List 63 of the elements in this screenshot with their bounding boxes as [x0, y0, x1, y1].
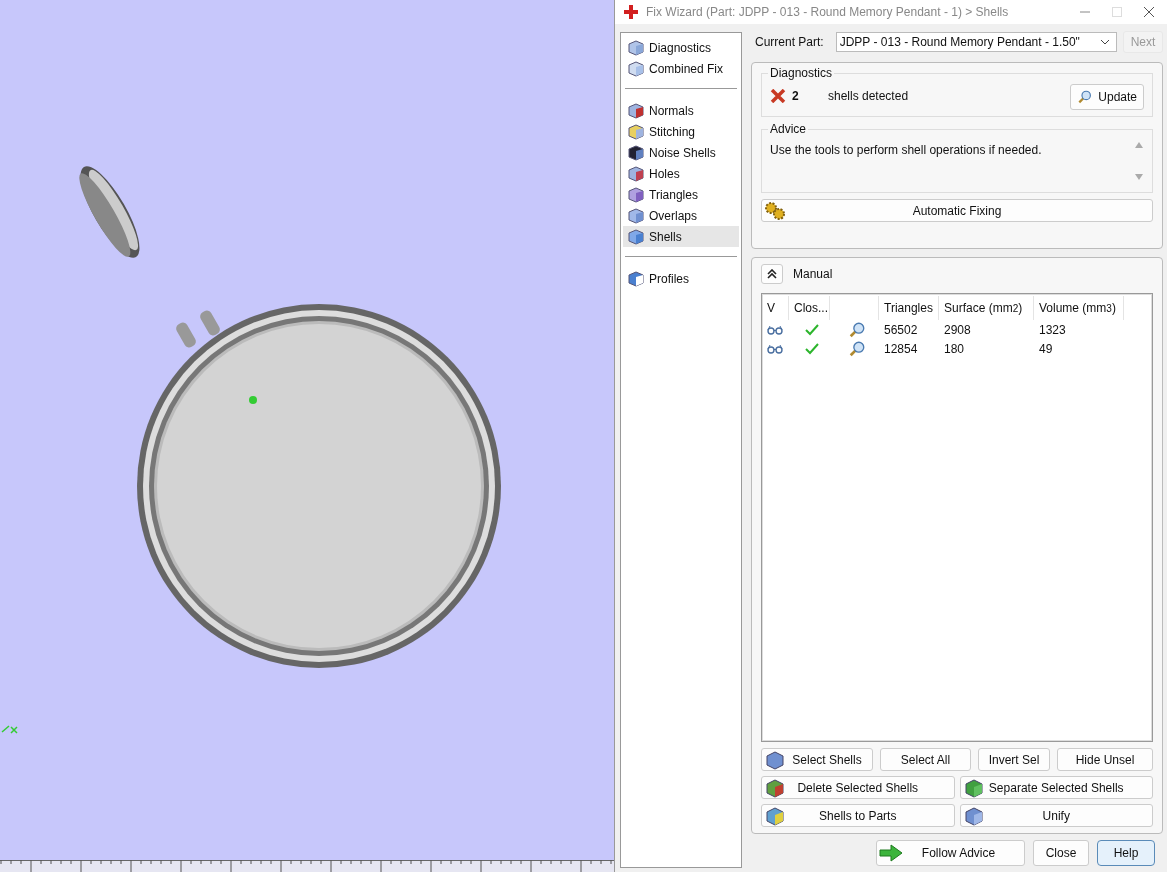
cube-icon [627, 101, 645, 120]
shell-button[interactable]: Hide Unsel [1057, 748, 1153, 771]
dialog-button[interactable]: Follow Advice [876, 840, 1025, 866]
current-part-label: Current Part: [755, 35, 824, 49]
arrow-icon [879, 844, 903, 862]
update-button[interactable]: Update [1070, 84, 1144, 110]
column-header[interactable]: Clos... [789, 296, 830, 320]
gears-icon [764, 201, 786, 221]
app-icon [624, 5, 638, 19]
table-cell-text: 2908 [943, 322, 972, 337]
chevron-icon [767, 269, 777, 279]
collapse-button[interactable] [761, 264, 783, 284]
count: 2 [792, 89, 800, 103]
shell-button[interactable]: Shells to Parts [761, 804, 955, 827]
part-dropdown[interactable]: JDPP - 013 - Round Memory Pendant - 1.50" [835, 32, 1117, 52]
nav-item[interactable]: Combined Fix [623, 58, 739, 79]
dialog-button[interactable]: Close [1033, 840, 1089, 866]
window-title: Fix Wizard (Part: JDPP - 013 - Round Memory Pendant - 1) > Shells [646, 5, 1009, 19]
cube-icon [627, 227, 645, 246]
nav-item[interactable]: Shells [623, 226, 739, 247]
shell-button[interactable]: Select Shells [761, 748, 873, 771]
nav-item[interactable]: Noise Shells [623, 142, 739, 163]
close-icon[interactable] [1143, 6, 1155, 18]
cube-icon [627, 38, 645, 57]
nav-item[interactable]: Overlaps [623, 205, 739, 226]
search-icon[interactable] [848, 320, 866, 339]
cube-icon [627, 143, 645, 162]
nav-item[interactable]: Normals [623, 100, 739, 121]
shell-button[interactable]: Unify [959, 804, 1153, 827]
error-x-icon [770, 89, 786, 103]
nav-item[interactable]: Holes [623, 163, 739, 184]
section-title: Manual [793, 267, 833, 281]
shell-button[interactable]: Delete Selected Shells [761, 776, 955, 799]
advice-text: Use the tools to perform shell operations if needed. [770, 143, 1042, 159]
cube-icon [627, 269, 645, 288]
shell-button[interactable]: Select All [880, 748, 971, 771]
group-title: Advice [768, 122, 809, 136]
cube-icon [627, 206, 645, 225]
shell-button[interactable]: Separate Selected Shells [959, 776, 1153, 799]
nav-item[interactable]: Diagnostics [623, 37, 739, 58]
column-header[interactable]: V [762, 296, 789, 320]
glasses-icon[interactable] [767, 324, 783, 335]
cube-icon [627, 185, 645, 204]
table-cell-text: 49 [1038, 341, 1054, 356]
table-cell-text: 56502 [883, 322, 919, 337]
automatic-fixing-button[interactable]: Automatic Fixing [761, 199, 1153, 222]
cube-icon [627, 122, 645, 141]
column-header[interactable]: Triangles [879, 296, 939, 320]
cube-icon [627, 59, 645, 78]
glasses-icon[interactable] [767, 343, 783, 354]
cube-icon [627, 164, 645, 183]
shell-button[interactable]: Invert Sel [978, 748, 1050, 771]
table-cell-text: 12854 [883, 341, 919, 356]
nav-item[interactable]: Triangles [623, 184, 739, 205]
table-cell-text: 1323 [1038, 322, 1067, 337]
group-title: Diagnostics [768, 66, 835, 80]
table-cell-text: 180 [943, 341, 966, 356]
caret-icon [1100, 39, 1110, 45]
nav-item[interactable]: Stitching [623, 121, 739, 142]
search-icon[interactable] [848, 339, 866, 358]
dialog-button[interactable]: Help [1097, 840, 1155, 866]
nav-item[interactable]: Profiles [623, 268, 739, 289]
diagnostics-text: shells detected [828, 89, 909, 103]
